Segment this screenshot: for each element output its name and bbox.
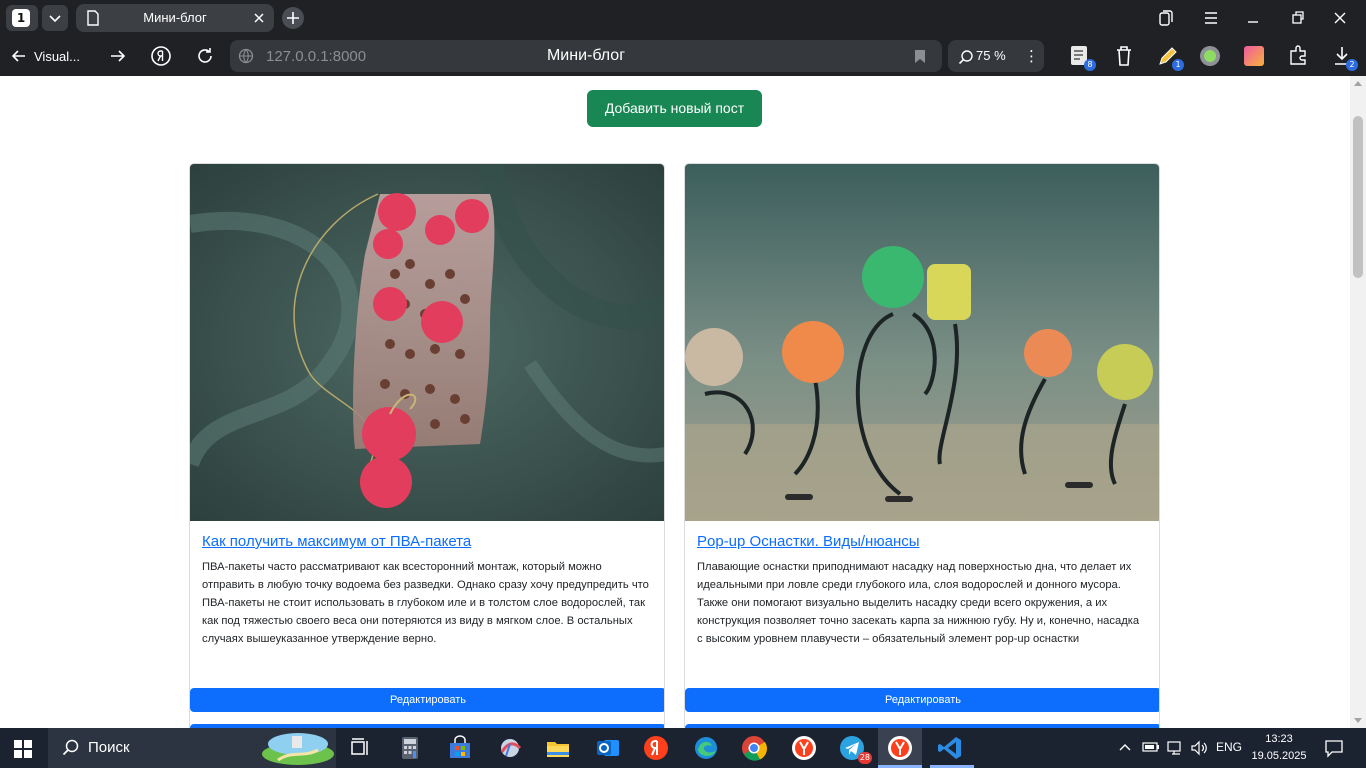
post-image [190, 164, 664, 521]
volume-icon[interactable] [1190, 740, 1208, 756]
zoom-control[interactable]: 75 % ⋮ [948, 40, 1044, 72]
explorer-icon[interactable] [544, 734, 572, 762]
telegram-badge: 28 [857, 752, 872, 764]
chevron-up-icon[interactable] [1118, 740, 1132, 754]
minimize-icon[interactable] [1245, 9, 1261, 27]
back-icon [11, 50, 25, 62]
zoom-level: 75 % [976, 48, 1006, 63]
tab-active[interactable]: Мини-блог [76, 4, 274, 32]
post-card: Как получить максимум от ПВА-пакета ПВА-… [189, 163, 665, 728]
battery-icon[interactable] [1142, 740, 1160, 754]
yandex-icon[interactable] [150, 45, 172, 67]
app-icon[interactable] [496, 734, 524, 762]
post-text: Плавающие оснастки приподнимают насадку … [697, 561, 1140, 645]
trash-icon [1117, 46, 1131, 66]
new-tab-button[interactable] [282, 7, 304, 29]
address-bar: Visual... 127.0.0.1:8000 Мини-блог 75 % … [0, 36, 1366, 76]
taskbar: Поиск 28 ENG 13:23 19.05.2025 [0, 728, 1366, 768]
scroll-up-icon[interactable] [1354, 80, 1362, 86]
page-title: Мини-блог [546, 47, 626, 64]
tab-title: Мини-блог [143, 10, 207, 25]
puzzle-icon [1290, 45, 1306, 65]
extension-pen[interactable]: 1 [1156, 44, 1184, 71]
edit-button[interactable]: Редактировать [685, 688, 1159, 712]
extension-badge: 1 [1172, 59, 1184, 71]
extension-trash[interactable] [1112, 44, 1136, 68]
chrome-icon[interactable] [740, 734, 768, 762]
telegram-button[interactable]: 28 [838, 734, 872, 764]
url-bar[interactable]: 127.0.0.1:8000 Мини-блог [230, 40, 942, 72]
search-highlight-icon [262, 733, 334, 765]
taskbar-search[interactable]: Поиск [48, 728, 336, 768]
store-icon[interactable] [446, 734, 474, 762]
tab-list-button[interactable] [42, 5, 68, 31]
add-post-button[interactable]: Добавить новый пост [587, 90, 762, 127]
window-close-icon[interactable] [1332, 9, 1348, 27]
more-icon[interactable]: ⋮ [1024, 47, 1039, 65]
extension-notes[interactable]: 8 [1068, 44, 1096, 71]
page-scrollbar[interactable] [1350, 76, 1366, 728]
search-icon [62, 739, 79, 756]
collections-icon[interactable] [1158, 9, 1174, 27]
post-title-link[interactable]: Как получить максимум от ПВА-пакета [202, 533, 471, 550]
page-viewport: Добавить новый пост Как получить максиму… [0, 76, 1350, 728]
post-text: ПВА-пакеты часто рассматривают как всест… [202, 561, 649, 645]
task-view-icon[interactable] [346, 734, 374, 762]
bookmark-icon[interactable] [914, 49, 926, 64]
extension-circle[interactable] [1198, 44, 1222, 68]
taskbar-active-app[interactable] [878, 728, 922, 768]
calculator-icon[interactable] [396, 734, 424, 762]
gradient-square-icon [1244, 46, 1264, 66]
clock-time: 13:23 [1265, 733, 1293, 745]
menu-icon[interactable] [1203, 9, 1219, 27]
forward-icon[interactable] [108, 45, 128, 67]
search-placeholder: Поиск [88, 739, 130, 756]
scrollbar-thumb[interactable] [1353, 116, 1363, 278]
network-icon[interactable] [1166, 740, 1184, 756]
edit-button[interactable]: Редактировать [190, 688, 664, 712]
windows-start-icon[interactable] [14, 740, 32, 758]
reload-icon[interactable] [195, 45, 215, 67]
notification-icon[interactable] [1324, 738, 1344, 758]
yandex-browser-active-icon [888, 736, 912, 760]
outlook-icon[interactable] [594, 734, 622, 762]
yandex-icon[interactable] [642, 734, 670, 762]
back-button[interactable]: Visual... [10, 43, 80, 69]
vscode-icon[interactable] [936, 734, 964, 762]
extension-badge: 8 [1084, 59, 1096, 71]
chevron-down-icon [49, 15, 61, 23]
extension-gradient[interactable] [1242, 44, 1266, 68]
edge-icon[interactable] [692, 734, 720, 762]
tab-bar: 1 Мини-блог [0, 0, 1366, 36]
scroll-down-icon[interactable] [1354, 718, 1362, 724]
clock-date: 19.05.2025 [1251, 750, 1307, 762]
zoom-icon [958, 50, 973, 65]
back-label: Visual... [34, 48, 81, 64]
tab-counter-button[interactable]: 1 [6, 5, 38, 31]
yandex-browser-icon[interactable] [790, 734, 818, 762]
extension-gift[interactable] [1286, 44, 1310, 68]
restore-icon[interactable] [1290, 9, 1306, 27]
downloads-button[interactable]: 2 [1330, 44, 1358, 71]
post-image [685, 164, 1159, 521]
tab-count: 1 [12, 9, 30, 27]
plus-icon [287, 12, 299, 24]
post-title-link[interactable]: Pop-up Оснастки. Виды/нюансы [697, 533, 920, 550]
clock[interactable]: 13:23 19.05.2025 [1246, 731, 1312, 765]
language-indicator[interactable]: ENG [1216, 740, 1242, 754]
close-icon[interactable] [252, 11, 266, 25]
status-dot-icon [1200, 46, 1220, 66]
post-card: Pop-up Оснастки. Виды/нюансы Плавающие о… [684, 163, 1160, 728]
downloads-badge: 2 [1346, 59, 1358, 71]
